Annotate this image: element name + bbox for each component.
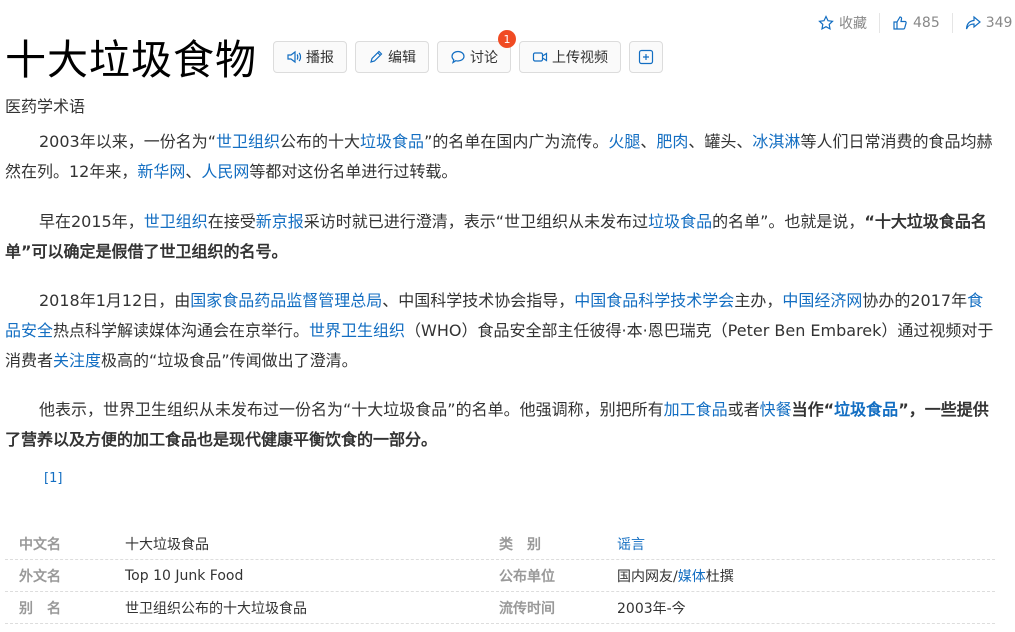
text: ”的名单在国内广为流传。 xyxy=(424,132,609,151)
link-who[interactable]: 世卫组织 xyxy=(144,212,208,231)
page-subtitle: 医药学术语 xyxy=(5,97,86,116)
link-junk-food[interactable]: 垃圾食品 xyxy=(648,212,712,231)
link-xinhua[interactable]: 新华网 xyxy=(137,162,185,181)
info-name: 外文名 xyxy=(19,568,61,585)
chat-bubble-icon xyxy=(451,50,465,64)
text: 杜撰 xyxy=(705,568,734,585)
link-media[interactable]: 媒体 xyxy=(678,569,706,585)
text: 2003年以来，一份名为“ xyxy=(39,132,217,151)
info-value: 2003年-今 xyxy=(617,598,877,618)
top-stats-bar: 收藏 485 349 xyxy=(818,12,1015,34)
link-junk-food[interactable]: 垃圾食品 xyxy=(834,400,898,419)
info-name: 公布单位 xyxy=(499,568,555,585)
discuss-button[interactable]: 讨论 1 xyxy=(437,30,516,73)
table-row: 中文名 十大垃圾食品 类 别 谣言 xyxy=(5,528,995,560)
play-button[interactable]: 播报 xyxy=(273,41,347,73)
text: 国内网友/ xyxy=(617,568,678,585)
edit-label: 编辑 xyxy=(388,50,416,66)
table-row: 别 名 世卫组织公布的十大垃圾食品 流传时间 2003年-今 xyxy=(5,592,995,624)
info-name: 中文名 xyxy=(19,536,61,553)
bold-text: 当作“ xyxy=(791,400,835,419)
share-count: 349 xyxy=(985,15,1013,31)
collect-button[interactable]: 收藏 xyxy=(818,13,867,33)
discuss-count-badge: 1 xyxy=(498,30,516,48)
text: 等都对这份名单进行过转载。 xyxy=(249,162,458,181)
paragraph-4: 他表示，世界卫生组织从未发布过一份名为“十大垃圾食品”的名单。他强调称，别把所有… xyxy=(5,395,997,455)
like-count: 485 xyxy=(913,15,940,31)
link-fatty-meat[interactable]: 肥肉 xyxy=(656,132,688,151)
info-name: 流传时间 xyxy=(499,600,555,617)
discuss-label: 讨论 xyxy=(470,50,498,66)
share-icon xyxy=(965,15,981,30)
text: 2018年1月12日，由 xyxy=(39,291,191,310)
link-fast-food[interactable]: 快餐 xyxy=(760,400,792,419)
upload-video-button[interactable]: 上传视频 xyxy=(519,41,621,73)
link-junk-food[interactable]: 垃圾食品 xyxy=(360,132,424,151)
link-ce-cn[interactable]: 中国经济网 xyxy=(782,291,862,310)
link-who[interactable]: 世卫组织 xyxy=(216,132,280,151)
text: 极高的“垃圾食品”传闻做出了澄清。 xyxy=(101,351,358,370)
plus-icon xyxy=(638,49,654,65)
info-value: 谣言 xyxy=(617,534,877,554)
text: 、 xyxy=(185,162,202,181)
link-cfda[interactable]: 国家食品药品监督管理总局 xyxy=(190,291,382,310)
basic-info-table: 中文名 十大垃圾食品 类 别 谣言 外文名 Top 10 Junk Food 公… xyxy=(5,528,995,624)
link-ham[interactable]: 火腿 xyxy=(608,132,640,151)
info-value: 十大垃圾食品 xyxy=(125,536,209,553)
paragraph-3: 2018年1月12日，由国家食品药品监督管理总局、中国科学技术协会指导，中国食品… xyxy=(5,286,997,376)
text: 在接受 xyxy=(207,212,256,231)
link-rumor[interactable]: 谣言 xyxy=(617,537,645,553)
text: 他表示，世界卫生组织从未发布过一份名为“十大垃圾食品”的名单。他强调称，别把所有 xyxy=(39,400,664,419)
share-button[interactable]: 349 xyxy=(965,15,1013,31)
text: 、中国科学技术协会指导， xyxy=(382,291,575,310)
text: 主办， xyxy=(734,291,783,310)
play-label: 播报 xyxy=(306,50,334,66)
upload-video-label: 上传视频 xyxy=(552,50,608,66)
speaker-icon xyxy=(287,50,302,64)
link-world-health-org[interactable]: 世界卫生组织 xyxy=(309,321,405,340)
info-value: 世卫组织公布的十大垃圾食品 xyxy=(125,600,307,617)
text: 的名单”。也就是说， xyxy=(712,212,865,231)
text: 采访时就已进行澄清，表示“世卫组织从未发布过 xyxy=(303,212,649,231)
collect-label: 收藏 xyxy=(839,16,867,32)
link-people[interactable]: 人民网 xyxy=(201,162,249,181)
text: 、罐头、 xyxy=(688,132,753,151)
info-value: Top 10 Junk Food xyxy=(125,567,244,584)
page-title: 十大垃圾食物 xyxy=(5,36,257,84)
link-attention[interactable]: 关注度 xyxy=(53,351,101,370)
table-row: 外文名 Top 10 Junk Food 公布单位 国内网友/媒体杜撰 xyxy=(5,560,995,592)
link-processed-food[interactable]: 加工食品 xyxy=(664,400,728,419)
paragraph-2: 早在2015年，世卫组织在接受新京报采访时就已进行澄清，表示“世卫组织从未发布过… xyxy=(5,207,997,267)
reference-link[interactable]: [1] xyxy=(44,471,62,486)
thumbs-up-icon xyxy=(893,16,907,30)
info-value: 国内网友/媒体杜撰 xyxy=(617,566,877,586)
like-button[interactable]: 485 xyxy=(892,15,940,31)
text: 2003年-今 xyxy=(617,600,686,617)
text: 热点科学解读媒体沟通会在京举行。 xyxy=(53,321,310,340)
pencil-icon xyxy=(370,50,383,63)
video-camera-icon xyxy=(532,52,548,62)
text: 早在2015年， xyxy=(39,212,144,231)
link-xinjingbao[interactable]: 新京报 xyxy=(256,212,304,231)
info-name: 类 别 xyxy=(499,536,541,553)
info-name: 别 名 xyxy=(19,600,61,617)
text: 协办的2017年 xyxy=(862,291,968,310)
action-toolbar: 播报 编辑 讨论 1 上传视频 xyxy=(273,30,663,73)
star-icon xyxy=(818,15,834,31)
edit-button[interactable]: 编辑 xyxy=(355,41,429,73)
paragraph-1: 2003年以来，一份名为“世卫组织公布的十大垃圾食品”的名单在国内广为流传。火腿… xyxy=(5,127,997,187)
add-button[interactable] xyxy=(629,41,663,73)
text: 公布的十大 xyxy=(280,132,361,151)
text: 或者 xyxy=(727,400,760,419)
text: 、 xyxy=(640,132,657,151)
link-cifst[interactable]: 中国食品科学技术学会 xyxy=(574,291,734,310)
link-ice-cream[interactable]: 冰淇淋 xyxy=(752,132,800,151)
